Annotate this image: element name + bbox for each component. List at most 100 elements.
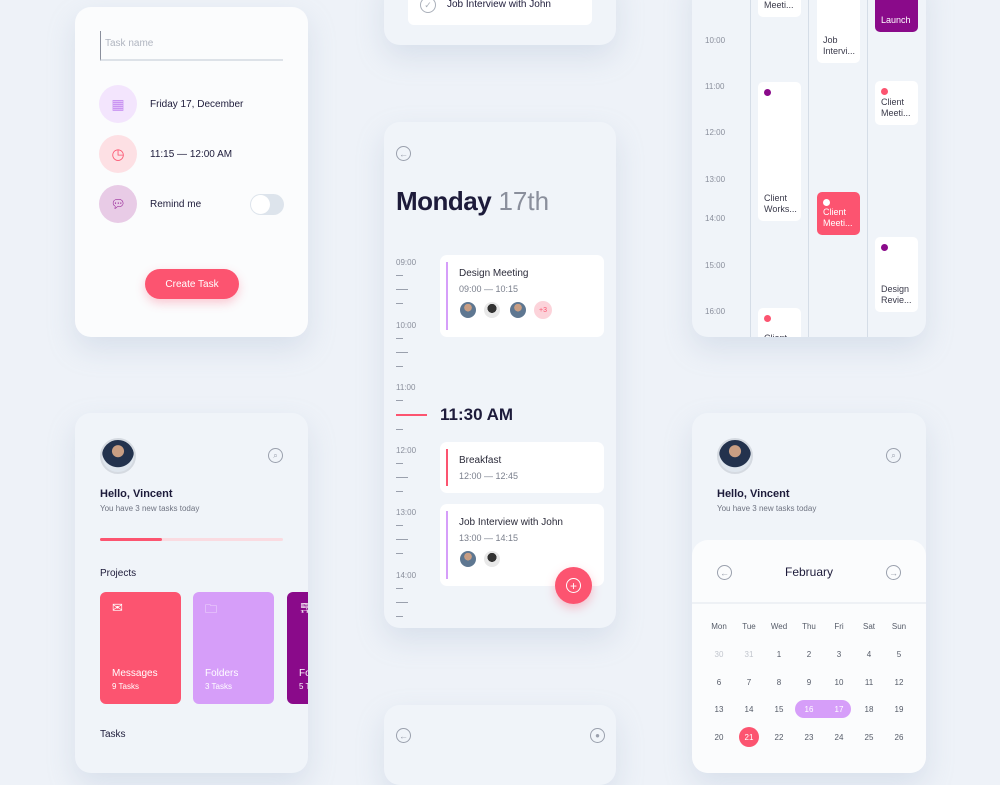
event-card[interactable]: Design Meeting 09:00 — 10:15 +3 (440, 255, 604, 337)
cart-icon: 🛒︎ (299, 600, 308, 614)
week-event[interactable]: Design Revie... (875, 237, 918, 312)
hour-label: 10:00 (705, 36, 726, 45)
calendar-day[interactable]: 16 (797, 705, 821, 714)
week-event[interactable]: Client Works... (758, 82, 801, 221)
calendar-day[interactable]: 24 (827, 733, 851, 742)
avatar (483, 301, 501, 319)
calendar-day[interactable]: 14 (737, 705, 761, 714)
avatar[interactable] (717, 438, 753, 474)
search-icon[interactable]: ⌕ (268, 448, 283, 463)
project-tile-folders[interactable]: 🗀︎ Folders 3 Tasks (193, 592, 274, 704)
event-dot-icon (764, 315, 771, 322)
calendar-panel: ← February → Mon Tue Wed Thu Fri Sat Sun 30 31 1 2… (692, 540, 926, 773)
avatar (459, 550, 477, 568)
create-task-button[interactable]: Create Task (145, 269, 239, 299)
tick (396, 303, 403, 304)
remind-label: Remind me (150, 199, 202, 210)
event-time: 09:00 — 10:15 (459, 284, 519, 294)
tick (396, 491, 403, 492)
plus-circle-icon: + (566, 578, 581, 593)
weekday-label: Mon (711, 622, 727, 631)
tick (396, 553, 403, 554)
project-name: Fo (299, 668, 308, 679)
week-event[interactable]: Job Intervi... (817, 0, 860, 63)
calendar-day[interactable]: 5 (887, 650, 911, 659)
week-event[interactable]: Client Meeti... (817, 192, 860, 235)
hour-label: 12:00 (705, 128, 726, 137)
calendar-day[interactable]: 21 (737, 733, 761, 742)
calendar-day[interactable]: 20 (707, 733, 731, 742)
tick (396, 525, 403, 526)
day-title: Monday 17th (396, 186, 549, 217)
calendar-day[interactable]: 15 (767, 705, 791, 714)
event-card[interactable]: Breakfast 12:00 — 12:45 (440, 442, 604, 493)
more-attendees-badge[interactable]: +3 (534, 301, 552, 319)
search-icon[interactable]: ⌕ (886, 448, 901, 463)
calendar-day[interactable]: 25 (857, 733, 881, 742)
avatar[interactable] (100, 438, 136, 474)
calendar-day[interactable]: 13 (707, 705, 731, 714)
create-task-label: Create Task (165, 278, 219, 290)
week-event[interactable]: Client Meeti... (875, 81, 918, 125)
calendar-day[interactable]: 12 (887, 678, 911, 687)
task-list-card: ✓ Job Interview with John (384, 0, 616, 45)
add-event-button[interactable]: + (555, 567, 592, 604)
projects-heading: Projects (100, 568, 137, 579)
project-count: 3 Tasks (205, 682, 232, 691)
week-event[interactable]: Client (758, 308, 801, 337)
event-time: 13:00 — 14:15 (459, 533, 519, 543)
back-arrow-icon[interactable]: ← (396, 146, 411, 161)
calendar-day[interactable]: 1 (767, 650, 791, 659)
calendar-day[interactable]: 23 (797, 733, 821, 742)
project-tile-partial[interactable]: 🛒︎ Fo 5 T (287, 592, 308, 704)
event-dot-icon (881, 88, 888, 95)
weekday-label: Wed (770, 622, 788, 631)
event-label: Meeti... (764, 0, 794, 10)
calendar-day[interactable]: 3 (827, 650, 851, 659)
progress-bar (100, 538, 283, 541)
calendar-day[interactable]: 17 (827, 705, 851, 714)
time-value[interactable]: 11:15 — 12:00 AM (150, 149, 232, 160)
calendar-day[interactable]: 18 (857, 705, 881, 714)
next-month-icon[interactable]: → (886, 565, 901, 580)
calendar-icon: ▦ (99, 85, 137, 123)
calendar-day[interactable]: 22 (767, 733, 791, 742)
calendar-day[interactable]: 6 (707, 678, 731, 687)
week-event[interactable]: Meeti... (758, 0, 801, 17)
task-item[interactable]: ✓ Job Interview with John (408, 0, 592, 25)
calendar-day[interactable]: 4 (857, 650, 881, 659)
task-name-input[interactable]: Task name (100, 31, 283, 61)
event-time: 12:00 — 12:45 (459, 471, 519, 481)
hour-label: 10:00 (396, 321, 417, 330)
calendar-day[interactable]: 10 (827, 678, 851, 687)
avatar (509, 301, 527, 319)
tick (396, 588, 403, 589)
event-title: Breakfast (459, 455, 502, 466)
calendar-day[interactable]: 19 (887, 705, 911, 714)
calendar-day[interactable]: 8 (767, 678, 791, 687)
tick (396, 539, 408, 540)
project-tile-messages[interactable]: ✉ Messages 9 Tasks (100, 592, 181, 704)
event-dot-icon (764, 89, 771, 96)
week-event[interactable]: Launch (875, 0, 918, 32)
tick (396, 275, 403, 276)
calendar-day[interactable]: 30 (707, 650, 731, 659)
event-title: Job Interview with John (459, 517, 563, 528)
check-icon[interactable]: ✓ (420, 0, 436, 13)
calendar-day[interactable]: 31 (737, 650, 761, 659)
remind-toggle[interactable] (250, 194, 284, 215)
calendar-card: ⌕ Hello, Vincent You have 3 new tasks to… (692, 413, 926, 773)
weekday-label: Tue (742, 622, 756, 631)
calendar-day[interactable]: 9 (797, 678, 821, 687)
calendar-day[interactable]: 7 (737, 678, 761, 687)
calendar-day[interactable]: 11 (857, 678, 881, 687)
calendar-day[interactable]: 2 (797, 650, 821, 659)
date-value[interactable]: Friday 17, December (150, 99, 243, 110)
chat-icon: 💬︎ (99, 185, 137, 223)
event-dot-icon (881, 244, 888, 251)
subtitle: You have 3 new tasks today (717, 504, 817, 513)
calendar-day[interactable]: 26 (887, 733, 911, 742)
avatar (459, 301, 477, 319)
profile-icon[interactable]: ● (590, 728, 605, 743)
back-arrow-icon[interactable]: ← (396, 728, 411, 743)
